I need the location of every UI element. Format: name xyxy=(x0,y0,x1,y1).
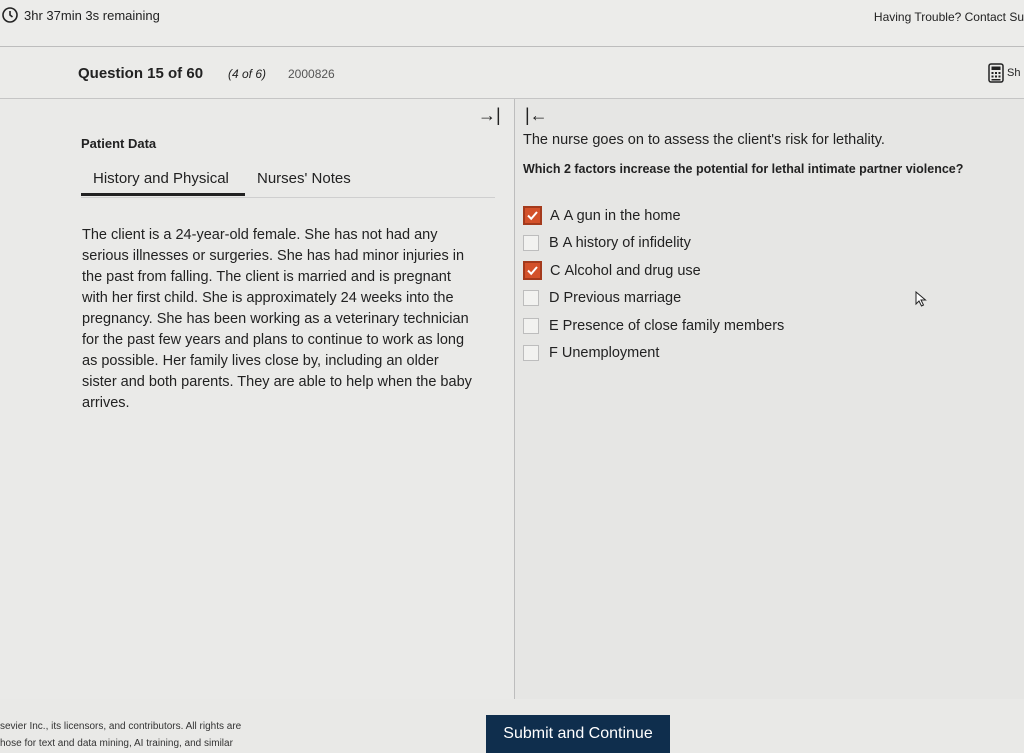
copyright-line: sevier Inc., its licensors, and contribu… xyxy=(0,721,242,732)
case-line: The client is a 24-year-old female. She … xyxy=(82,227,438,243)
case-line: for the past few years and plans to cont… xyxy=(82,332,465,348)
case-line: pregnancy. She has been working as a vet… xyxy=(82,311,469,327)
checkbox-checked[interactable] xyxy=(523,206,542,226)
option-text: A history of infidelity xyxy=(562,235,691,252)
option-letter: F xyxy=(549,345,558,362)
option-text: Presence of close family members xyxy=(562,317,785,334)
clock-icon xyxy=(2,7,18,23)
option-text: Unemployment xyxy=(561,345,660,362)
timer-text: 3hr 37min 3s remaining xyxy=(24,7,160,23)
option-f[interactable]: F Unemployment xyxy=(523,340,784,368)
question-id: 2000826 xyxy=(288,67,335,81)
checkmark-icon xyxy=(527,211,538,221)
tab-nurses-notes[interactable]: Nurses' Notes xyxy=(257,170,351,187)
collapse-panel-icon[interactable]: →| xyxy=(478,105,501,126)
copyright-line: hose for text and data mining, AI traini… xyxy=(0,738,233,749)
copyright-notice: sevier Inc., its licensors, and contribu… xyxy=(0,718,241,752)
answer-options: AA gun in the home BA history of infidel… xyxy=(523,202,784,367)
patient-data-panel: →| Patient Data History and Physical Nur… xyxy=(0,99,515,699)
checkmark-icon xyxy=(527,266,538,276)
question-panel: |← The nurse goes on to assess the clien… xyxy=(515,99,1024,699)
tab-history-and-physical[interactable]: History and Physical xyxy=(81,170,245,196)
option-c[interactable]: C Alcohol and drug use xyxy=(523,257,784,285)
case-line: arrives. xyxy=(82,395,130,411)
option-text: Alcohol and drug use xyxy=(564,262,701,279)
question-stem: Which 2 factors increase the potential f… xyxy=(523,162,964,176)
case-line: serious illnesses or surgeries. She has … xyxy=(82,248,465,264)
option-letter: A xyxy=(550,207,560,224)
calculator-button[interactable]: Sh xyxy=(988,63,1020,83)
checkbox-checked[interactable] xyxy=(523,261,542,281)
mouse-pointer-icon xyxy=(915,291,927,307)
submit-and-continue-button[interactable]: Submit and Continue xyxy=(486,715,670,753)
question-prompt: The nurse goes on to assess the client's… xyxy=(523,132,885,148)
case-line: with her first child. She is approximate… xyxy=(82,290,454,306)
case-history-text: The client is a 24-year-old female. She … xyxy=(82,225,498,414)
case-line: the past from falling. The client is mar… xyxy=(82,269,451,285)
case-line: sister and both parents. They are able t… xyxy=(82,374,472,390)
top-bar: 3hr 37min 3s remaining Having Trouble? C… xyxy=(0,0,1024,47)
option-b[interactable]: BA history of infidelity xyxy=(523,230,784,258)
expand-panel-icon[interactable]: |← xyxy=(525,105,548,126)
question-header: Question 15 of 60 (4 of 6) 2000826 Sh xyxy=(0,47,1024,99)
patient-data-title: Patient Data xyxy=(81,136,157,151)
option-e[interactable]: E Presence of close family members xyxy=(523,312,784,340)
checkbox[interactable] xyxy=(523,317,539,334)
option-letter: D xyxy=(549,290,560,307)
question-number: Question 15 of 60 xyxy=(78,65,204,82)
option-letter: E xyxy=(549,317,559,334)
option-text: A gun in the home xyxy=(563,207,681,224)
timer: 3hr 37min 3s remaining xyxy=(2,7,160,23)
calculator-icon xyxy=(988,63,1004,83)
option-letter: C xyxy=(550,262,561,279)
case-line: as possible. Her family lives close by, … xyxy=(82,353,439,369)
checkbox[interactable] xyxy=(523,290,539,307)
option-d[interactable]: D Previous marriage xyxy=(523,285,784,313)
option-letter: B xyxy=(549,235,559,252)
checkbox[interactable] xyxy=(523,345,539,362)
help-link[interactable]: Having Trouble? Contact Su xyxy=(874,10,1024,24)
checkbox[interactable] xyxy=(523,235,539,252)
patient-data-tabs: History and Physical Nurses' Notes xyxy=(81,167,495,198)
calculator-label: Sh xyxy=(1007,67,1021,79)
question-part: (4 of 6) xyxy=(228,67,267,81)
option-a[interactable]: AA gun in the home xyxy=(523,202,784,230)
option-text: Previous marriage xyxy=(563,290,682,307)
